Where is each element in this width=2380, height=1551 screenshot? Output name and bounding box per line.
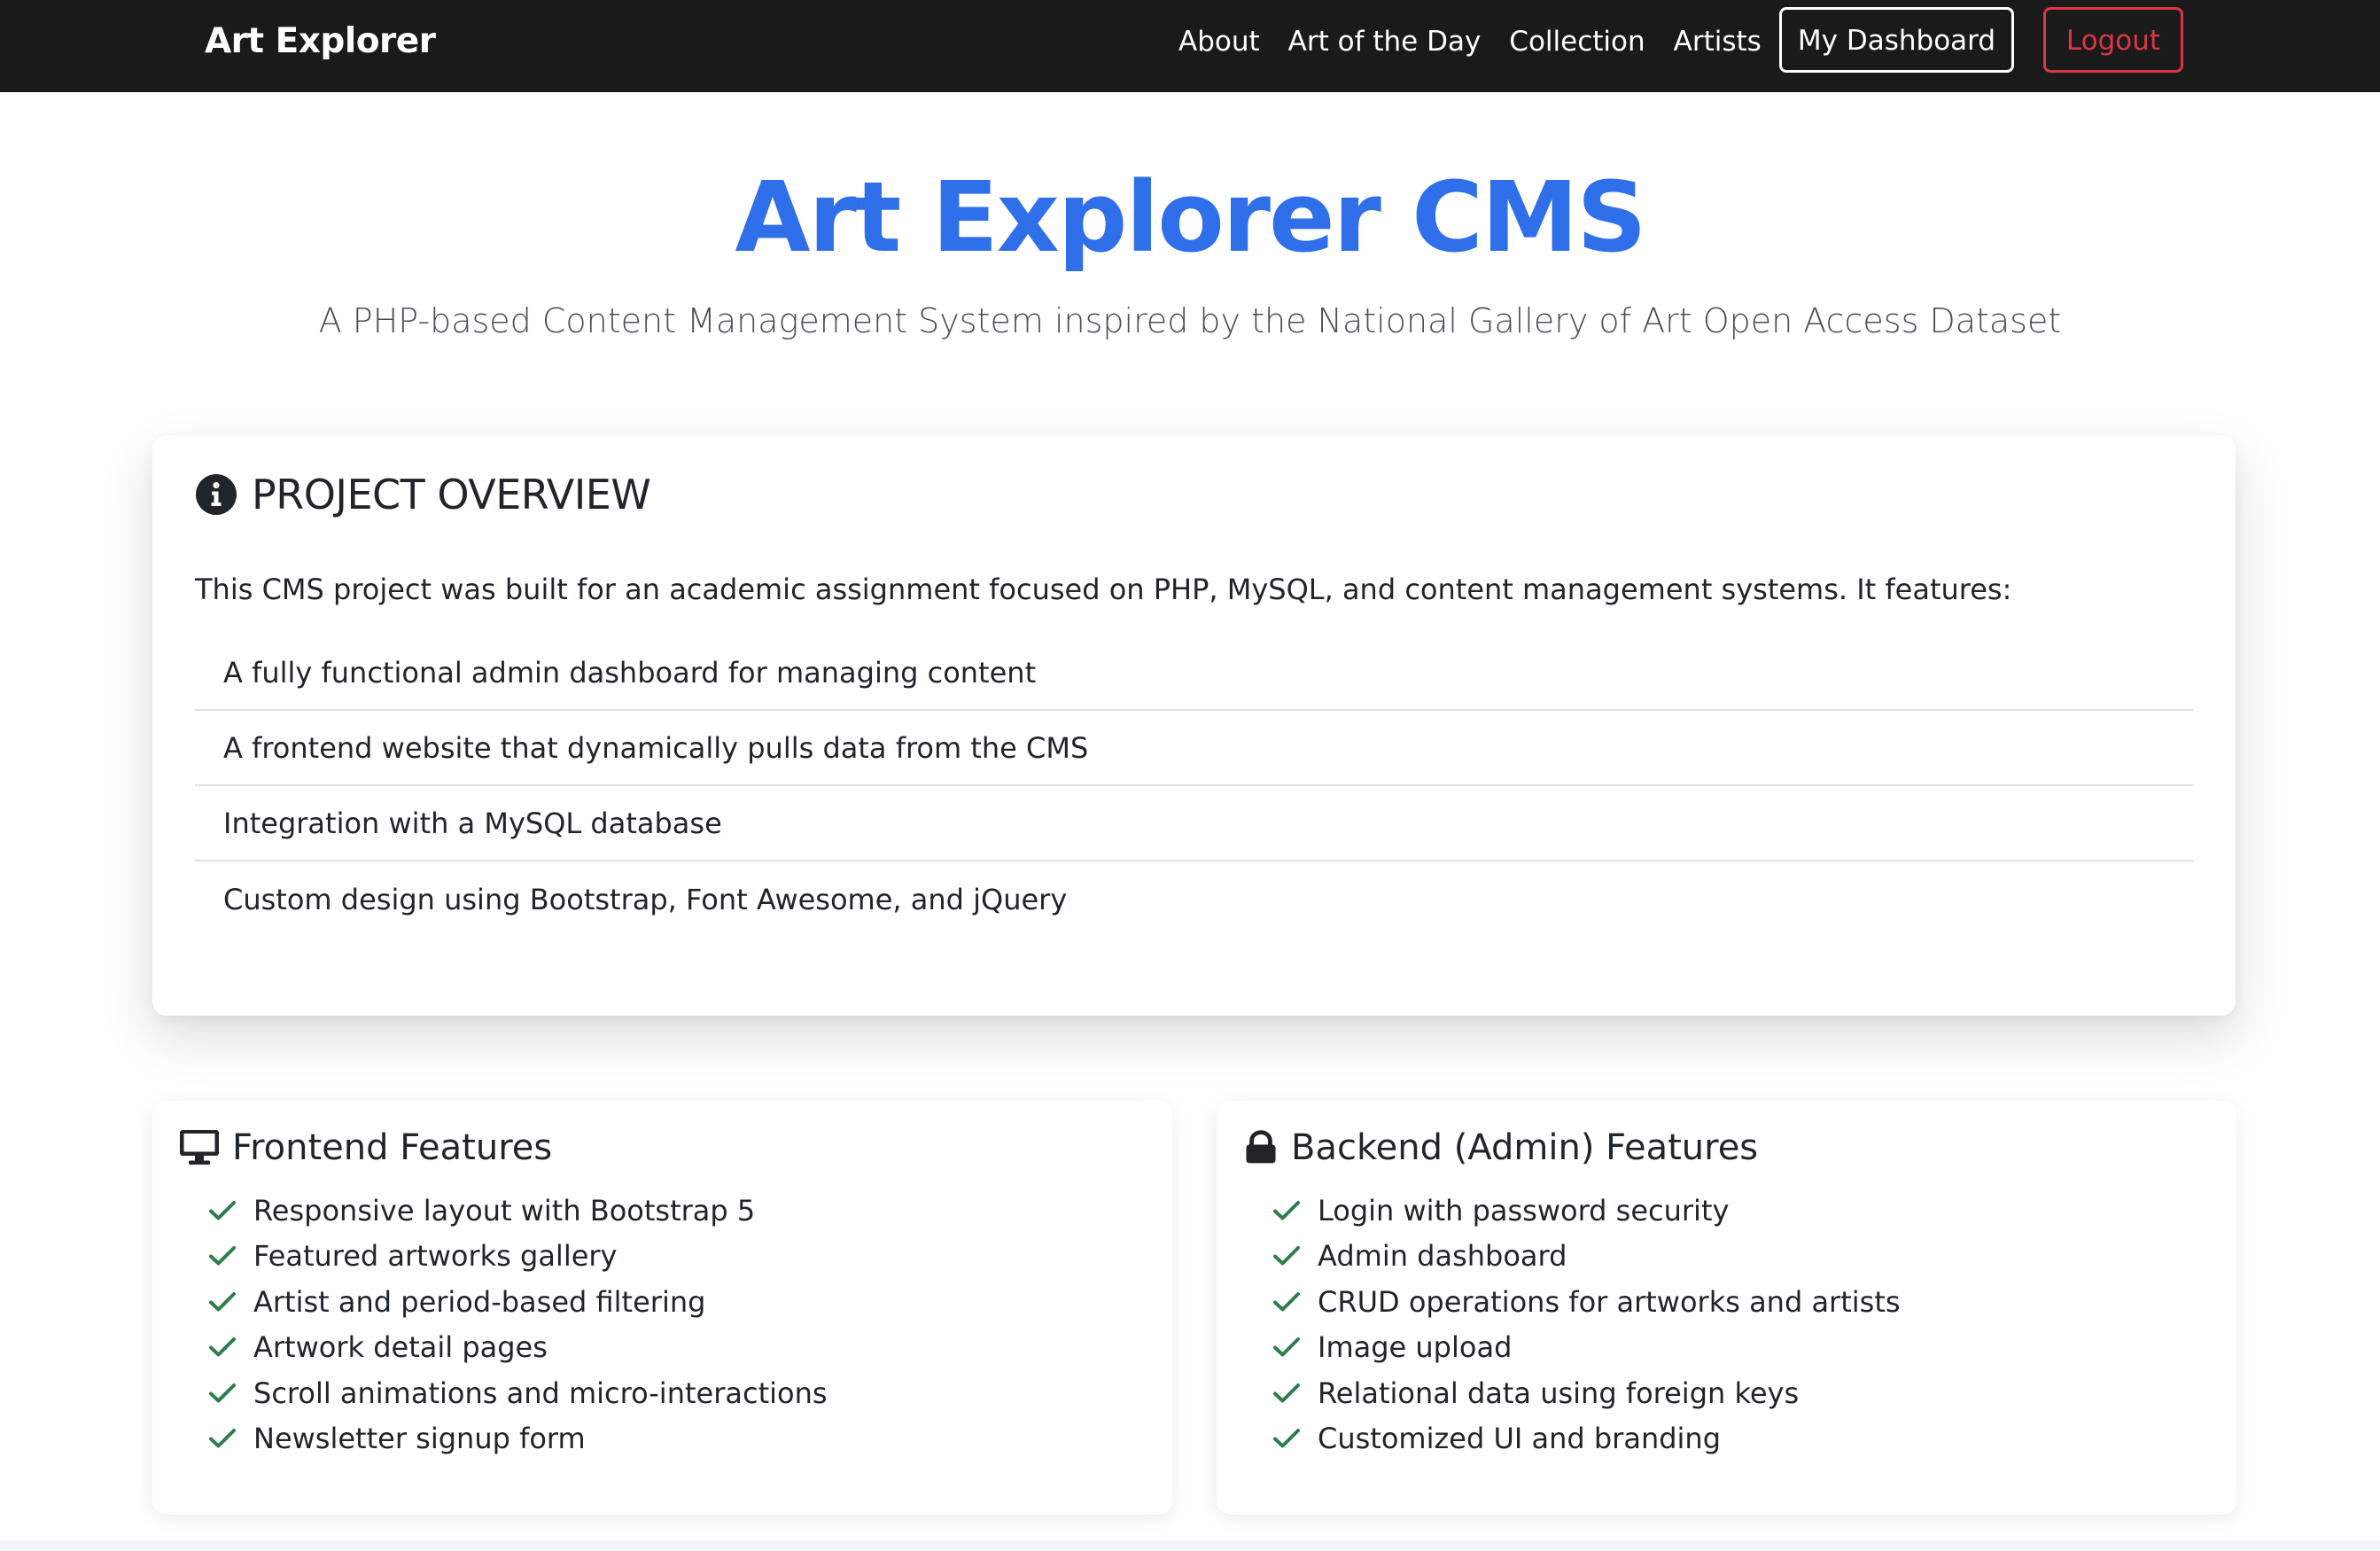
backend-features-card: Backend (Admin) Features Login with pass… (1217, 1101, 2236, 1515)
list-item: CRUD operations for artworks and artists (1273, 1279, 1901, 1325)
overview-list-item: A fully functional admin dashboard for m… (195, 635, 2193, 711)
info-circle-icon (196, 474, 237, 515)
list-item: Relational data using foreign keys (1273, 1370, 1901, 1416)
list-item: Featured artworks gallery (209, 1234, 828, 1280)
backend-features-list: Login with password security Admin dashb… (1273, 1188, 1901, 1461)
check-icon (1273, 1429, 1300, 1448)
navbar: Art Explorer About Art of the Day Collec… (0, 0, 2380, 92)
page-subtitle: A PHP-based Content Management System in… (318, 301, 2062, 340)
check-icon (209, 1383, 236, 1403)
page-bottom-divider (0, 1540, 2380, 1551)
nav-link-artists[interactable]: Artists (1674, 26, 1762, 58)
nav-link-art-of-the-day[interactable]: Art of the Day (1288, 26, 1482, 58)
check-icon (1273, 1246, 1300, 1266)
feature-label: Newsletter signup form (253, 1422, 586, 1456)
feature-label: Scroll animations and micro-interactions (253, 1376, 828, 1410)
logout-button[interactable]: Logout (2043, 7, 2183, 73)
check-icon (209, 1337, 236, 1357)
check-icon (1273, 1383, 1300, 1403)
check-icon (1273, 1200, 1300, 1220)
list-item: Artwork detail pages (209, 1325, 828, 1371)
list-item: Newsletter signup form (209, 1416, 828, 1462)
frontend-features-title: Frontend Features (232, 1127, 553, 1168)
list-item: Login with password security (1273, 1188, 1901, 1234)
frontend-features-list: Responsive layout with Bootstrap 5 Featu… (209, 1188, 828, 1461)
overview-intro: This CMS project was built for an academ… (195, 573, 2012, 606)
feature-label: Relational data using foreign keys (1318, 1376, 1800, 1410)
list-item: Admin dashboard (1273, 1234, 1901, 1280)
feature-label: Artwork detail pages (253, 1330, 548, 1365)
nav-link-collection[interactable]: Collection (1509, 26, 1645, 58)
overview-list-item: Integration with a MySQL database (195, 786, 2193, 861)
desktop-icon (180, 1130, 219, 1165)
overview-list: A fully functional admin dashboard for m… (195, 635, 2193, 937)
overview-list-item: Custom design using Bootstrap, Font Awes… (223, 882, 1068, 916)
feature-label: Artist and period-based filtering (253, 1284, 706, 1319)
my-dashboard-button[interactable]: My Dashboard (1779, 7, 2014, 73)
check-icon (209, 1291, 236, 1312)
list-item: Responsive layout with Bootstrap 5 (209, 1188, 828, 1234)
project-overview-card: PROJECT OVERVIEW This CMS project was bu… (152, 435, 2236, 1016)
feature-label: CRUD operations for artworks and artists (1318, 1284, 1901, 1319)
list-item: Scroll animations and micro-interactions (209, 1370, 828, 1416)
frontend-features-heading: Frontend Features (179, 1127, 552, 1168)
nav-links: About Art of the Day Collection Artists (1178, 0, 1762, 83)
overview-heading-text: PROJECT OVERVIEW (252, 471, 651, 518)
feature-label: Responsive layout with Bootstrap 5 (253, 1193, 756, 1228)
overview-heading: PROJECT OVERVIEW (195, 471, 651, 518)
check-icon (1273, 1337, 1300, 1357)
feature-label: Customized UI and branding (1318, 1422, 1722, 1456)
list-item: Customized UI and branding (1273, 1416, 1901, 1462)
overview-list-item: A frontend website that dynamically pull… (195, 711, 2193, 786)
backend-features-heading: Backend (Admin) Features (1243, 1127, 1758, 1168)
page-title: Art Explorer CMS (735, 160, 1646, 274)
check-icon (209, 1429, 236, 1448)
check-icon (209, 1246, 236, 1266)
feature-label: Admin dashboard (1318, 1239, 1567, 1274)
feature-label: Image upload (1318, 1330, 1513, 1365)
feature-label: Featured artworks gallery (253, 1239, 618, 1274)
brand-link[interactable]: Art Explorer (205, 0, 436, 83)
backend-features-title: Backend (Admin) Features (1291, 1127, 1759, 1168)
check-icon (209, 1200, 236, 1220)
list-item: Image upload (1273, 1325, 1901, 1371)
nav-link-about[interactable]: About (1178, 26, 1260, 58)
frontend-features-card: Frontend Features Responsive layout with… (152, 1101, 1172, 1515)
list-item: Artist and period-based filtering (209, 1279, 828, 1325)
lock-icon (1246, 1130, 1276, 1164)
feature-label: Login with password security (1318, 1193, 1730, 1228)
check-icon (1273, 1291, 1300, 1312)
